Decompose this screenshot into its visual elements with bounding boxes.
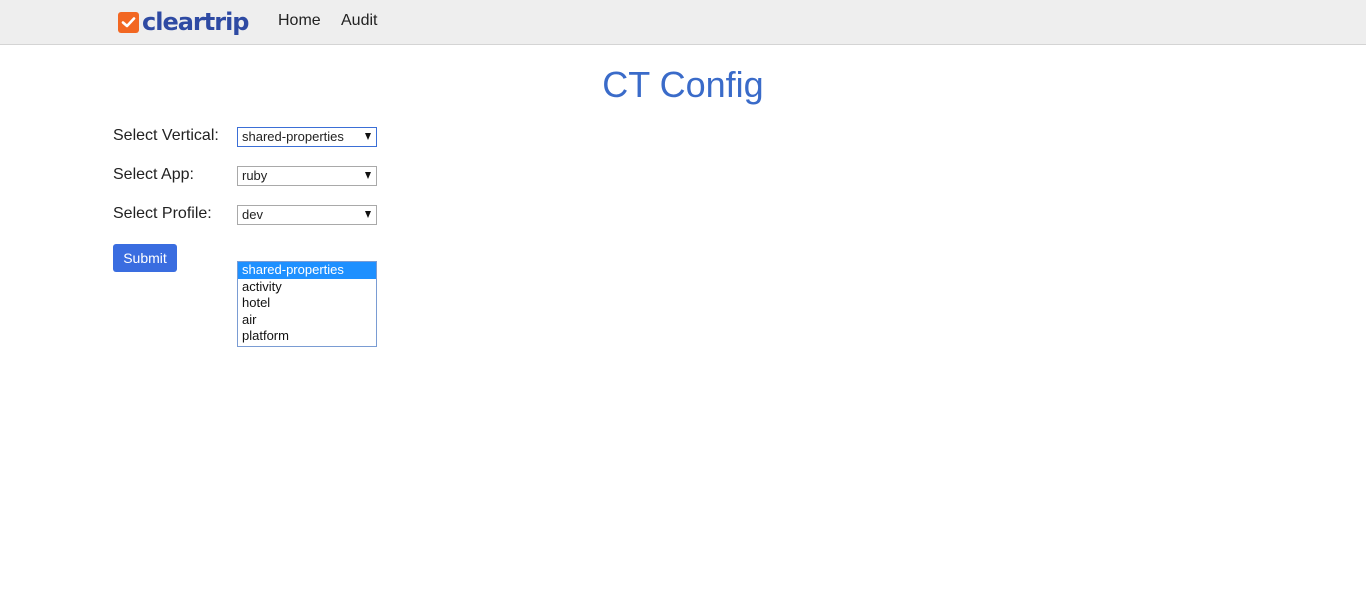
- dropdown-option-platform[interactable]: platform: [238, 328, 376, 345]
- profile-select-value: dev: [242, 207, 263, 222]
- vertical-select[interactable]: shared-properties: [237, 127, 377, 147]
- check-mark-icon: [118, 11, 139, 33]
- logo-text: cleartrip: [142, 8, 249, 36]
- top-navbar: cleartrip Home Audit: [0, 0, 1366, 45]
- nav-link-home[interactable]: Home: [278, 12, 321, 30]
- vertical-dropdown-list: shared-properties activity hotel air pla…: [237, 261, 377, 347]
- profile-label: Select Profile:: [113, 205, 212, 222]
- nav-link-audit[interactable]: Audit: [341, 12, 377, 30]
- vertical-select-value: shared-properties: [242, 129, 344, 144]
- page-title: CT Config: [602, 64, 764, 105]
- dropdown-arrow-icon: [365, 172, 371, 179]
- dropdown-arrow-icon: [365, 211, 371, 218]
- app-select[interactable]: ruby: [237, 166, 377, 186]
- app-label: Select App:: [113, 166, 194, 183]
- profile-select[interactable]: dev: [237, 205, 377, 225]
- dropdown-option-shared-properties[interactable]: shared-properties: [238, 262, 376, 279]
- cleartrip-logo[interactable]: cleartrip: [118, 7, 249, 37]
- dropdown-arrow-icon: [365, 133, 371, 140]
- dropdown-option-hotel[interactable]: hotel: [238, 295, 376, 312]
- submit-button[interactable]: Submit: [113, 244, 177, 272]
- dropdown-option-activity[interactable]: activity: [238, 279, 376, 296]
- vertical-label: Select Vertical:: [113, 127, 219, 144]
- app-select-value: ruby: [242, 168, 268, 183]
- dropdown-option-air[interactable]: air: [238, 312, 376, 329]
